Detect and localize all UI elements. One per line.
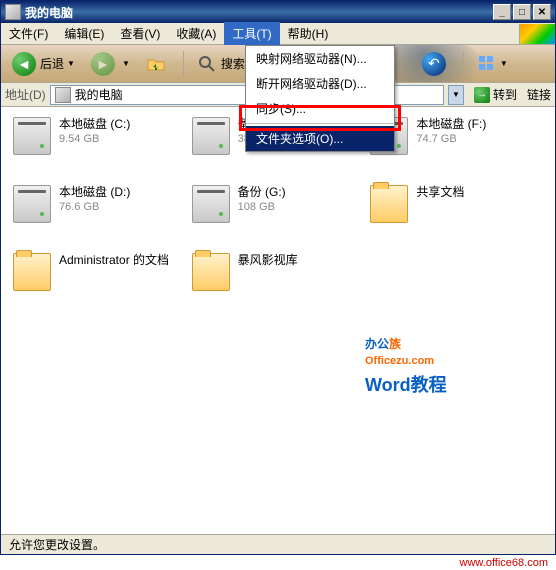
item-name: 备份 (G:) — [238, 185, 286, 199]
search-button[interactable]: 搜索 — [190, 49, 252, 79]
item-name: 暴风影视库 — [238, 253, 298, 267]
drive-icon — [13, 185, 51, 223]
folder-icon — [13, 253, 51, 291]
go-button[interactable]: → 转到 — [468, 85, 523, 105]
item-name: 共享文档 — [416, 185, 464, 199]
map-network-drive-item[interactable]: 映射网络驱动器(N)... — [246, 46, 394, 71]
toolbar-separator — [463, 51, 464, 77]
back-arrow-icon: ◄ — [12, 52, 36, 76]
chevron-down-icon: ▼ — [67, 59, 75, 68]
computer-icon — [55, 87, 71, 103]
minimize-button[interactable]: _ — [493, 4, 511, 20]
views-icon — [477, 54, 497, 74]
window-title: 我的电脑 — [25, 4, 493, 21]
go-label: 转到 — [493, 86, 517, 103]
go-arrow-icon: → — [474, 87, 490, 103]
my-computer-window: 我的电脑 _ □ ✕ 文件(F) 编辑(E) 查看(V) 收藏(A) 工具(T)… — [0, 0, 556, 555]
menu-favorites[interactable]: 收藏(A) — [168, 22, 224, 45]
computer-icon — [5, 4, 21, 20]
menubar: 文件(F) 编辑(E) 查看(V) 收藏(A) 工具(T) 帮助(H) 映射网络… — [1, 23, 555, 45]
item-name: 本地磁盘 (D:) — [59, 185, 130, 199]
folder-options-item[interactable]: 文件夹选项(O)... — [246, 126, 394, 151]
item-name: Administrator 的文档 — [59, 253, 169, 267]
status-text: 允许您更改设置。 — [9, 536, 105, 553]
tools-dropdown: 映射网络驱动器(N)... 断开网络驱动器(D)... 同步(S)... 文件夹… — [245, 45, 395, 152]
folder-up-icon — [146, 54, 166, 74]
drive-item[interactable]: 备份 (G:) 108 GB — [192, 185, 365, 245]
folder-item[interactable]: 共享文档 — [370, 185, 543, 245]
menu-file[interactable]: 文件(F) — [1, 22, 56, 45]
menu-help[interactable]: 帮助(H) — [280, 22, 337, 45]
close-button[interactable]: ✕ — [533, 4, 551, 20]
footer-url: www.office68.com — [460, 557, 548, 569]
address-value: 我的电脑 — [75, 86, 123, 103]
menu-view[interactable]: 查看(V) — [112, 22, 168, 45]
forward-arrow-icon: ► — [91, 52, 115, 76]
search-label: 搜索 — [221, 55, 245, 72]
maximize-button[interactable]: □ — [513, 4, 531, 20]
drive-icon — [192, 117, 230, 155]
drive-icon — [192, 185, 230, 223]
item-size: 108 GB — [238, 201, 286, 213]
item-name: 本地磁盘 (F:) — [416, 117, 486, 131]
drive-item[interactable]: 本地磁盘 (D:) 76.6 GB — [13, 185, 186, 245]
address-label: 地址(D) — [5, 86, 46, 103]
up-button[interactable] — [139, 49, 177, 79]
statusbar: 允许您更改设置。 — [1, 534, 555, 554]
drive-item[interactable]: 本地磁盘 (F:) 74.7 GB — [370, 117, 543, 177]
disconnect-drive-item[interactable]: 断开网络驱动器(D)... — [246, 71, 394, 96]
chevron-down-icon: ▼ — [122, 59, 130, 68]
windows-logo-icon — [519, 24, 555, 44]
folder-item[interactable]: Administrator 的文档 — [13, 253, 186, 313]
address-dropdown-button[interactable]: ▼ — [448, 85, 464, 105]
titlebar[interactable]: 我的电脑 _ □ ✕ — [1, 1, 555, 23]
item-name: 本地磁盘 (C:) — [59, 117, 130, 131]
back-button[interactable]: ◄ 后退 ▼ — [5, 49, 82, 79]
item-size: 74.7 GB — [416, 133, 486, 145]
search-icon — [197, 54, 217, 74]
sync-item[interactable]: 同步(S)... — [246, 96, 394, 121]
footer: www.office68.com — [0, 555, 556, 570]
forward-button[interactable]: ► ▼ — [84, 49, 137, 79]
folder-item[interactable]: 暴风影视库 — [192, 253, 365, 313]
toolbar-separator — [183, 51, 184, 77]
item-size: 9.54 GB — [59, 133, 130, 145]
links-label[interactable]: 链接 — [527, 86, 551, 103]
menu-tools[interactable]: 工具(T) — [224, 22, 279, 45]
views-button[interactable]: ▼ — [470, 49, 515, 79]
history-icon: ↶ — [422, 52, 446, 76]
history-button[interactable]: ↶ — [415, 49, 457, 79]
drive-icon — [13, 117, 51, 155]
chevron-down-icon: ▼ — [500, 59, 508, 68]
folder-icon — [192, 253, 230, 291]
drive-item[interactable]: 本地磁盘 (C:) 9.54 GB — [13, 117, 186, 177]
folder-icon — [370, 185, 408, 223]
watermark: 办公族 Officezu.com Word教程 — [365, 327, 447, 397]
content-area: 本地磁盘 (C:)9.54 GB备份 (E:)38.5 GB本地磁盘 (F:)7… — [1, 107, 555, 534]
menu-edit[interactable]: 编辑(E) — [56, 22, 112, 45]
back-label: 后退 — [40, 55, 64, 72]
dropdown-separator — [246, 123, 394, 124]
item-size: 76.6 GB — [59, 201, 130, 213]
